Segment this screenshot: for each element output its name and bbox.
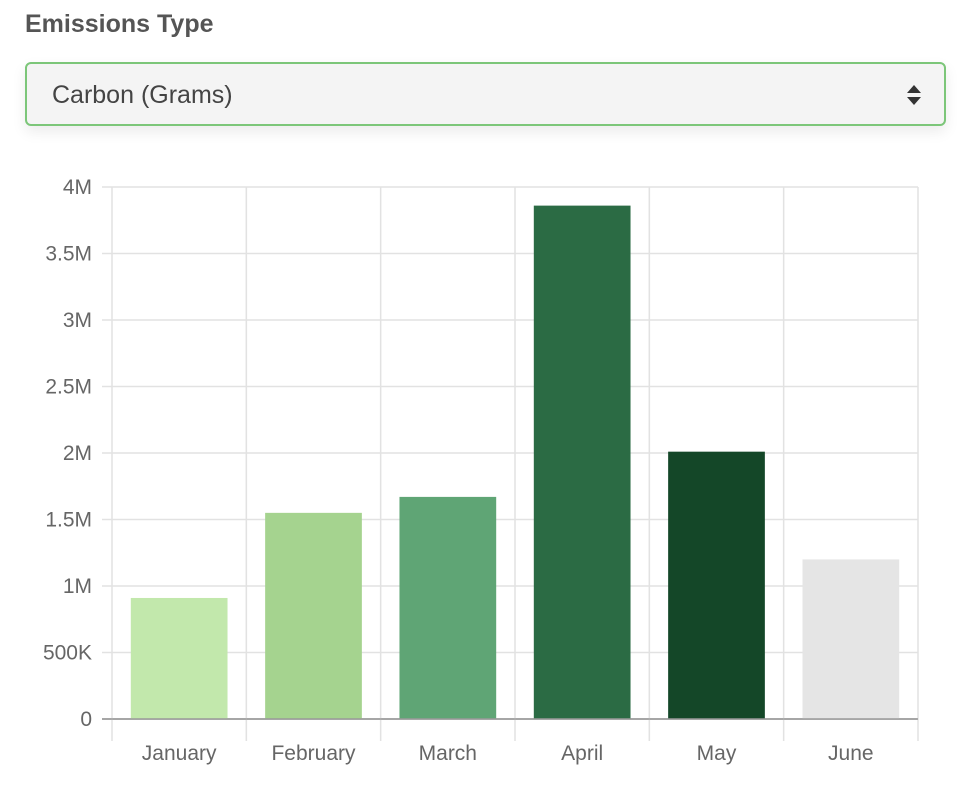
- y-tick-label: 3M: [63, 309, 92, 332]
- bar-january: [130, 597, 228, 719]
- x-tick-label: March: [419, 742, 477, 765]
- y-tick-label: 1M: [63, 575, 92, 598]
- y-tick-label: 500K: [43, 642, 92, 665]
- y-tick-label: 0: [80, 708, 92, 731]
- x-tick-label: February: [271, 742, 356, 765]
- sort-arrows-icon: [907, 85, 921, 105]
- y-tick-label: 3.5M: [45, 243, 92, 266]
- y-tick-label: 1.5M: [45, 509, 92, 532]
- x-tick-label: January: [142, 742, 217, 765]
- bar-may: [668, 451, 765, 719]
- bar-march: [399, 496, 497, 719]
- x-tick-label: May: [697, 742, 737, 765]
- y-tick-label: 2M: [63, 442, 92, 465]
- x-tick-label: April: [561, 742, 603, 765]
- bar-june: [802, 559, 900, 719]
- emissions-type-select[interactable]: Carbon (Grams): [25, 62, 946, 126]
- bar-chart: 0 500K 1M 1.5M 2M 2.5M 3M 3.5M 4M January February…: [43, 176, 919, 765]
- bar-april: [533, 205, 631, 719]
- select-value: Carbon (Grams): [52, 81, 233, 109]
- y-tick-label: 2.5M: [45, 376, 92, 399]
- y-tick-label: 4M: [63, 176, 92, 199]
- emissions-type-label: Emissions Type: [25, 10, 214, 38]
- bar-february: [265, 512, 362, 719]
- x-tick-label: June: [828, 742, 874, 765]
